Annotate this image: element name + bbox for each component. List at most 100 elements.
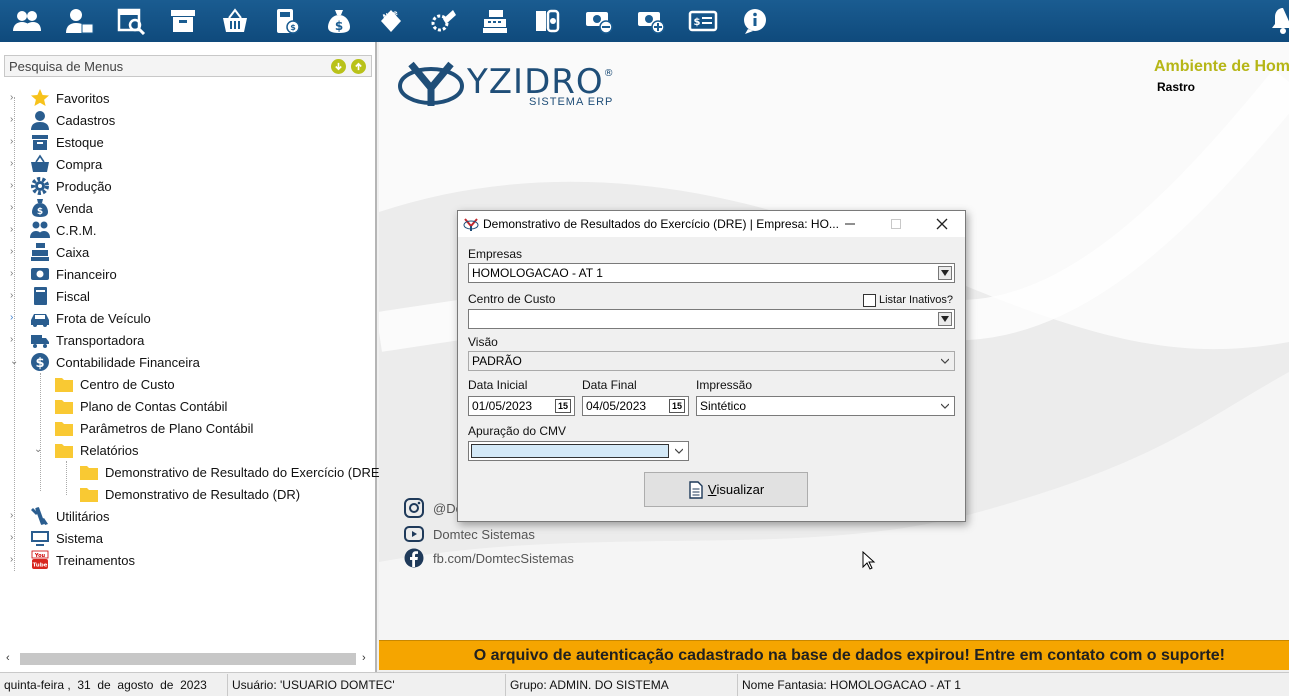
close-button[interactable] xyxy=(920,211,964,237)
box-icon xyxy=(30,132,50,152)
sidebar-item-treinamentos[interactable]: › You Tube Treinamentos xyxy=(10,549,135,571)
sidebar-item-venda[interactable]: › $ Venda xyxy=(10,197,93,219)
truck-icon xyxy=(30,330,50,350)
sidebar-item-dre[interactable]: Demonstrativo de Resultado do Exercício … xyxy=(79,461,384,483)
money-list-icon[interactable]: $ xyxy=(682,3,724,39)
money-remove-icon[interactable] xyxy=(578,3,620,39)
centro-custo-select[interactable] xyxy=(468,309,955,329)
money-add-icon[interactable] xyxy=(630,3,672,39)
sidebar-item-cadastros[interactable]: › Cadastros xyxy=(10,109,115,131)
auth-warning-banner: O arquivo de autenticação cadastrado na … xyxy=(379,640,1289,670)
chevron-down-icon[interactable] xyxy=(672,444,686,458)
youtube-icon xyxy=(403,523,425,545)
listar-inativos-checkbox[interactable] xyxy=(863,294,876,307)
dialog-titlebar[interactable]: Demonstrativo de Resultados do Exercício… xyxy=(458,211,965,237)
calendar-icon[interactable]: 15 xyxy=(555,399,571,413)
sidebar-item-label: Caixa xyxy=(56,244,90,260)
scroll-right-icon[interactable]: › xyxy=(362,652,366,664)
cash-register-icon xyxy=(30,242,50,262)
chevron-down-icon[interactable] xyxy=(938,399,952,413)
arrow-down-icon[interactable] xyxy=(331,59,346,74)
main-toolbar: $ $ NFe $ xyxy=(0,0,1289,42)
money-bag-icon[interactable]: $ xyxy=(318,3,360,39)
user-card-icon[interactable] xyxy=(58,3,100,39)
sidebar-item-frota[interactable]: › Frota de Veículo xyxy=(10,307,151,329)
sidebar-item-favoritos[interactable]: › Favoritos xyxy=(10,87,109,109)
sidebar-item-label: Plano de Contas Contábil xyxy=(80,398,228,414)
menu-horizontal-scrollbar[interactable]: ‹ › xyxy=(4,650,372,668)
search-doc-icon[interactable] xyxy=(110,3,152,39)
sidebar-item-crm[interactable]: › C.R.M. xyxy=(10,219,96,241)
bell-icon[interactable] xyxy=(1269,4,1289,34)
chevron-right-icon: › xyxy=(10,246,14,257)
chevron-right-icon: › xyxy=(10,114,14,125)
gear-icon xyxy=(30,176,50,196)
users-icon[interactable] xyxy=(6,3,48,39)
sidebar-item-caixa[interactable]: › Caixa xyxy=(10,241,89,263)
nfse-icon[interactable] xyxy=(422,3,464,39)
listar-inativos-label[interactable]: Listar Inativos? xyxy=(879,294,953,306)
empresas-label: Empresas xyxy=(468,247,523,261)
sidebar-item-financeiro[interactable]: › Financeiro xyxy=(10,263,117,285)
data-inicial-input[interactable]: 01/05/2023 15 xyxy=(468,396,575,416)
svg-text:You: You xyxy=(34,553,46,559)
sidebar-item-label: Centro de Custo xyxy=(80,376,175,392)
data-final-value: 04/05/2023 xyxy=(586,399,647,413)
arrow-up-icon[interactable] xyxy=(351,59,366,74)
maximize-button[interactable] xyxy=(874,211,918,237)
sidebar-item-contabilidade[interactable]: ⌄ $ Contabilidade Financeira xyxy=(10,351,200,373)
chevron-right-icon: › xyxy=(10,224,14,235)
calendar-icon[interactable]: 15 xyxy=(669,399,685,413)
calculator-money-icon[interactable]: $ xyxy=(266,3,308,39)
scroll-left-icon[interactable]: ‹ xyxy=(6,652,10,664)
cmv-select[interactable] xyxy=(468,441,689,461)
sidebar-item-plano-contas[interactable]: Plano de Contas Contábil xyxy=(54,395,227,417)
info-icon[interactable] xyxy=(734,3,776,39)
empresas-select[interactable]: HOMOLOGACAO - AT 1 xyxy=(468,263,955,283)
chevron-right-icon: › xyxy=(10,136,14,147)
empresas-value: HOMOLOGACAO - AT 1 xyxy=(472,266,603,280)
sidebar-item-label: Demonstrativo de Resultado do Exercício … xyxy=(105,464,384,480)
dropdown-arrow-icon[interactable] xyxy=(938,266,952,280)
chevron-right-icon: › xyxy=(10,510,14,521)
sidebar-item-estoque[interactable]: › Estoque xyxy=(10,131,104,153)
basket-icon xyxy=(30,154,50,174)
basket-icon[interactable] xyxy=(214,3,256,39)
cmv-value xyxy=(471,444,669,458)
sidebar-item-utilitarios[interactable]: › Utilitários xyxy=(10,505,109,527)
scrollbar-thumb[interactable] xyxy=(20,653,356,665)
sidebar-item-producao[interactable]: › Produção xyxy=(10,175,112,197)
sidebar-item-dr[interactable]: Demonstrativo de Resultado (DR) xyxy=(79,483,300,505)
data-final-input[interactable]: 04/05/2023 15 xyxy=(582,396,689,416)
chevron-down-icon[interactable] xyxy=(938,354,952,368)
dropdown-arrow-icon[interactable] xyxy=(938,312,952,326)
sidebar-item-transportadora[interactable]: › Transportadora xyxy=(10,329,144,351)
sidebar-item-parametros[interactable]: Parâmetros de Plano Contábil xyxy=(54,417,253,439)
svg-text:Tube: Tube xyxy=(33,563,48,569)
sidebar-item-compra[interactable]: › Compra xyxy=(10,153,102,175)
cash-register-icon[interactable] xyxy=(474,3,516,39)
environment-title: Ambiente de Homo xyxy=(1154,58,1289,75)
box-icon[interactable] xyxy=(162,3,204,39)
status-group: Grupo: ADMIN. DO SISTEMA xyxy=(506,673,738,696)
rastro-label[interactable]: Rastro xyxy=(1157,80,1195,94)
sidebar-item-label: Sistema xyxy=(56,530,103,546)
sidebar-item-fiscal[interactable]: › Fiscal xyxy=(10,285,90,307)
social-instagram[interactable]: @Do xyxy=(403,497,463,519)
visao-select[interactable]: PADRÃO xyxy=(468,351,955,371)
social-facebook[interactable]: fb.com/DomtecSistemas xyxy=(403,547,574,569)
social-youtube[interactable]: Domtec Sistemas xyxy=(403,523,535,545)
menu-search-input[interactable]: Pesquisa de Menus xyxy=(4,55,372,77)
visualizar-button[interactable]: Visualizar xyxy=(644,472,808,507)
impressao-select[interactable]: Sintético xyxy=(696,396,955,416)
impressao-value: Sintético xyxy=(700,399,747,413)
sidebar-item-sistema[interactable]: › Sistema xyxy=(10,527,103,549)
minimize-button[interactable] xyxy=(828,211,872,237)
sidebar-item-centro-custo[interactable]: Centro de Custo xyxy=(54,373,175,395)
nfe-icon[interactable]: NFe xyxy=(370,3,412,39)
sidebar-item-relatorios[interactable]: ⌄ Relatórios xyxy=(34,439,139,461)
monitor-icon xyxy=(30,528,50,548)
receipt-icon[interactable] xyxy=(526,3,568,39)
instagram-icon xyxy=(403,497,425,519)
folder-icon xyxy=(54,396,74,416)
